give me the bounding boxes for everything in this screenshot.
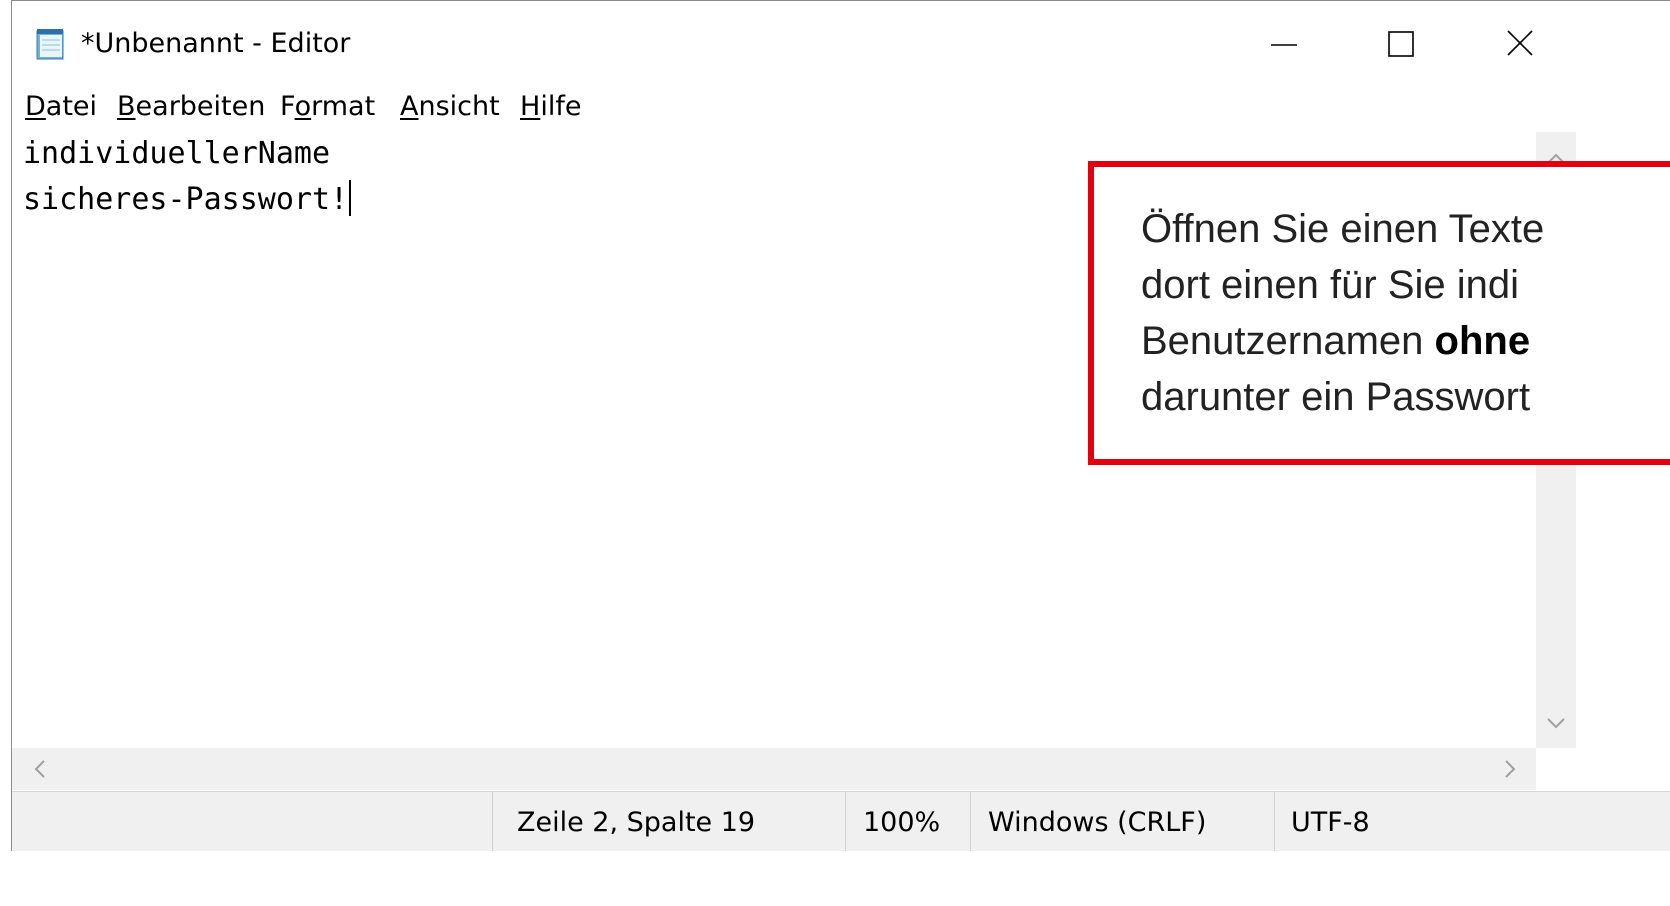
menu-label: F [280,91,295,122]
menu-label: rmat [311,91,376,122]
menu-ansicht[interactable]: Ansicht [400,91,500,122]
status-zoom: 100% [863,807,941,838]
instruction-callout: Öffnen Sie einen Texte dort einen für Si… [1088,161,1670,465]
instruction-line: darunter ein Passwort [1141,375,1531,419]
instruction-line: Benutzernamen [1141,319,1435,363]
maximize-button[interactable] [1366,19,1436,69]
status-divider [1274,792,1275,853]
menu-accel-letter: B [117,91,136,122]
title-bar[interactable]: *Unbenannt - Editor [12,1,1670,85]
text-caret [349,180,352,216]
menu-label: earbeiten [135,91,266,122]
menu-accel-letter: D [25,91,46,122]
menu-datei[interactable]: Datei [25,91,97,122]
status-divider [845,792,846,853]
notepad-icon [36,29,64,60]
scroll-down-icon[interactable] [1536,704,1576,744]
menu-hilfe[interactable]: Hilfe [520,91,581,122]
scroll-left-icon[interactable] [20,748,60,790]
minimize-icon [1271,44,1297,46]
close-button[interactable] [1485,19,1555,69]
menu-bearbeiten[interactable]: Bearbeiten [117,91,265,122]
page-background [0,851,1670,906]
menu-label: ilfe [540,91,582,122]
editor-line-2: sicheres-Passwort! [23,180,352,217]
scroll-right-icon[interactable] [1490,748,1530,790]
instruction-text: Öffnen Sie einen Texte dort einen für Si… [1141,201,1544,425]
menu-accel-letter: o [294,91,312,122]
status-encoding: UTF-8 [1291,807,1370,838]
instruction-line: dort einen für Sie indi [1141,263,1520,307]
menu-accel-letter: H [520,91,541,122]
menu-bar: Datei Bearbeiten Format Ansicht Hilfe [12,91,1670,131]
minimize-button[interactable] [1249,19,1319,69]
menu-label: atei [45,91,98,122]
close-icon [1507,30,1533,56]
horizontal-scrollbar[interactable] [12,748,1536,790]
menu-accel-letter: A [400,91,419,122]
maximize-icon [1388,31,1414,57]
status-line-ending: Windows (CRLF) [988,807,1207,838]
editor-line-text: sicheres-Passwort! [23,182,349,217]
instruction-emphasis: ohne [1434,319,1531,363]
status-bar: Zeile 2, Spalte 19 100% Windows (CRLF) U… [12,791,1670,853]
status-divider [970,792,971,853]
status-divider [492,792,493,853]
menu-format[interactable]: Format [280,91,375,122]
window-title: *Unbenannt - Editor [81,28,351,59]
menu-label: nsicht [418,91,500,122]
editor-line-1: individuellerName [23,136,331,171]
status-cursor-position: Zeile 2, Spalte 19 [517,807,756,838]
instruction-line: Öffnen Sie einen Texte [1141,207,1545,251]
